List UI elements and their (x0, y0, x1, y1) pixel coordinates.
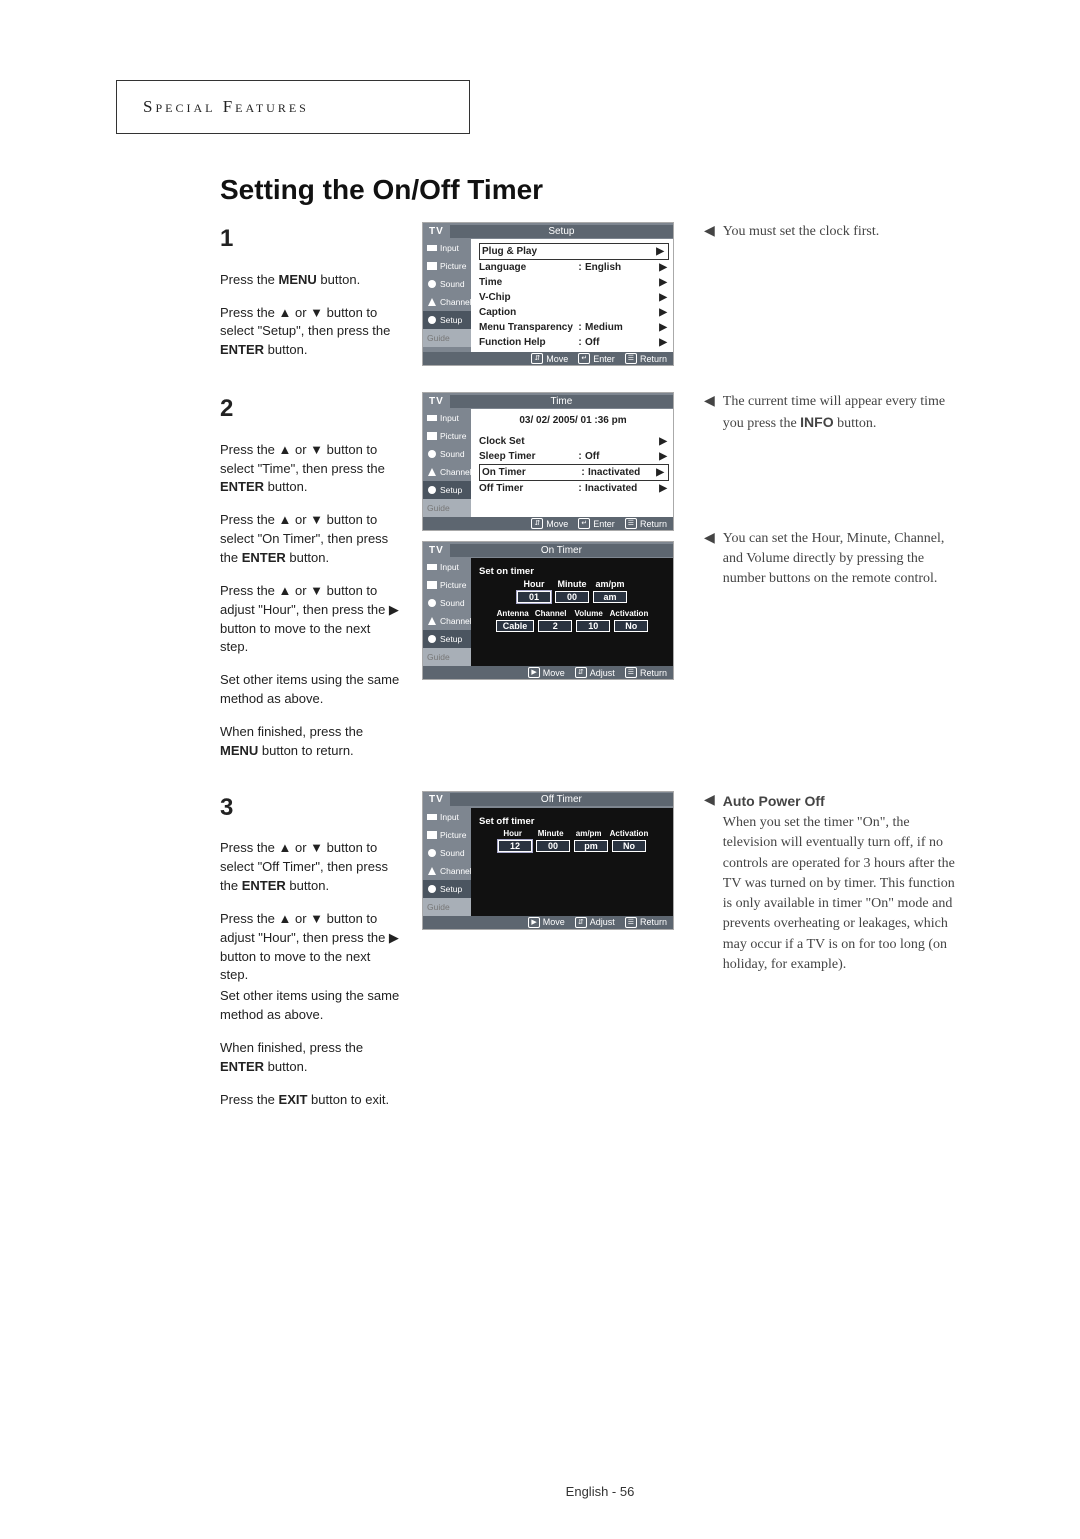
step2-notes: ◀ The current time will appear every tim… (704, 392, 964, 603)
sidebar-picture: Picture (423, 257, 471, 275)
page-title: Setting the On/Off Timer (220, 174, 980, 206)
sidebar-guide: Guide (423, 329, 471, 347)
osd-setup-menu: TV Setup Input Picture Sound Channel Set… (422, 222, 674, 366)
step-number-3: 3 (220, 791, 400, 826)
step3-note: ◀ Auto Power OffWhen you set the timer "… (704, 791, 964, 990)
step3-instructions: 3 Press the ▲ or ▼ button to select "Off… (220, 791, 400, 1124)
step2-instructions: 2 Press the ▲ or ▼ button to select "Tim… (220, 392, 400, 775)
step2-osd-column: TV Time Input Picture Sound Channel Setu… (422, 392, 682, 690)
enter-icon: ↵ (578, 353, 590, 364)
osd-off-timer: TV Off Timer Input Picture Sound Channel… (422, 791, 674, 930)
return-icon: ☰ (625, 353, 637, 364)
osd-tv-label: TV (423, 226, 450, 237)
sidebar-sound: Sound (423, 275, 471, 293)
move-icon: ⇵ (531, 353, 543, 364)
step1-note: ◀You must set the clock first. (704, 222, 964, 256)
section-header: Special Features (116, 80, 470, 134)
step3-osd-column: TV Off Timer Input Picture Sound Channel… (422, 791, 682, 940)
sidebar-channel: Channel (423, 293, 471, 311)
step-number-1: 1 (220, 222, 400, 257)
note-arrow-icon: ◀ (704, 222, 715, 242)
step1-instructions: 1 Press the MENU button. Press the ▲ or … (220, 222, 400, 374)
sidebar-setup: Setup (423, 311, 471, 329)
sidebar-input: Input (423, 239, 471, 257)
osd-sidebar: Input Picture Sound Channel Setup Guide (423, 239, 471, 352)
osd-time-menu: TV Time Input Picture Sound Channel Setu… (422, 392, 674, 531)
osd-on-timer: TV On Timer Input Picture Sound Channel … (422, 541, 674, 680)
step-number-2: 2 (220, 392, 400, 427)
page-footer: English - 56 (220, 1484, 980, 1499)
osd-tab-title: Setup (450, 225, 673, 238)
osd-main-setup: Plug & Play▶ Language:English▶ Time▶ V-C… (471, 239, 673, 352)
